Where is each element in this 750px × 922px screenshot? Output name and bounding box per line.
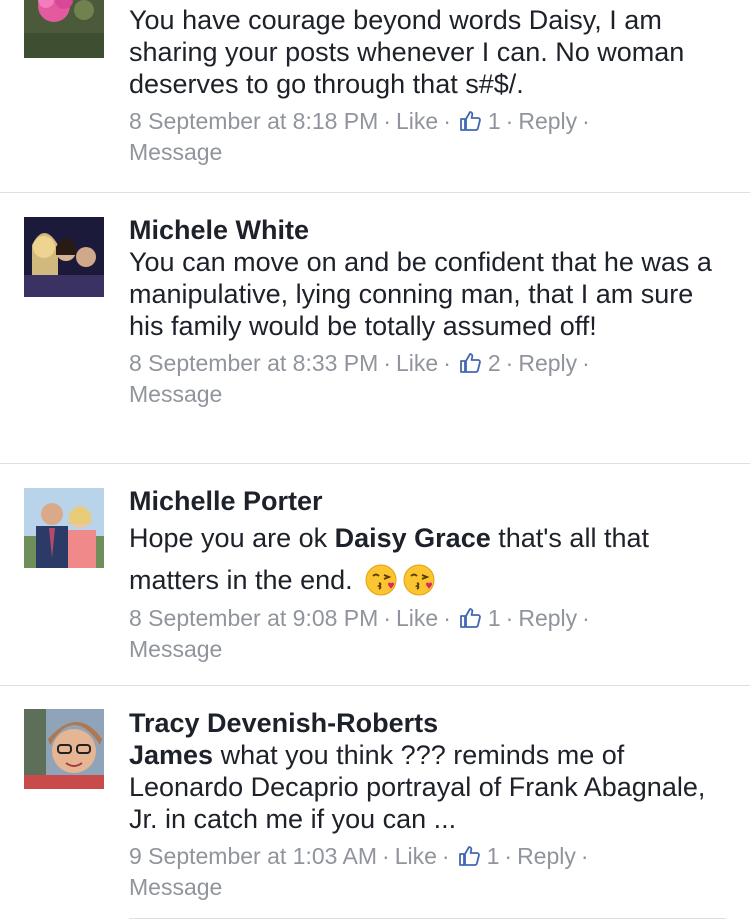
thumbs-up-icon xyxy=(459,608,481,628)
avatar[interactable] xyxy=(24,488,104,568)
comment-author[interactable]: Michele White xyxy=(129,214,730,246)
like-link[interactable]: Like xyxy=(396,108,438,134)
comment-text-part: what you think ??? reminds me of Leonard… xyxy=(129,740,706,834)
message-link[interactable]: Message xyxy=(129,636,222,662)
timestamp[interactable]: 9 September at 1:03 AM xyxy=(129,843,377,869)
divider xyxy=(0,685,750,686)
thumbs-up-icon xyxy=(459,111,481,131)
divider xyxy=(129,918,726,919)
avatar[interactable] xyxy=(24,709,104,789)
like-count: 1 xyxy=(487,605,501,631)
comment-body: You have courage beyond words Daisy, I a… xyxy=(129,4,730,168)
avatar[interactable] xyxy=(24,0,104,58)
comment-author[interactable]: Tracy Devenish-Roberts xyxy=(129,707,730,739)
like-link[interactable]: Like xyxy=(396,350,438,376)
comment-text: Hope you are ok Daisy Grace that's all t… xyxy=(129,517,730,601)
comment-body: Michele White You can move on and be con… xyxy=(129,214,730,410)
timestamp[interactable]: 8 September at 8:33 PM xyxy=(129,350,378,376)
comment-meta: 8 September at 8:18 PM · Like · 1 · Reply · Mess… xyxy=(129,108,590,165)
thumbs-up-icon xyxy=(458,846,480,866)
timestamp[interactable]: 8 September at 8:18 PM xyxy=(129,108,378,134)
comment-meta: 8 September at 8:33 PM · Like · 2 · Reply · Mess… xyxy=(129,350,590,407)
reply-link[interactable]: Reply xyxy=(517,843,576,869)
comment-meta: 9 September at 1:03 AM · Like · 1 · Reply · Mess… xyxy=(129,843,589,900)
comment-text-part: Hope you are ok xyxy=(129,523,335,553)
message-link[interactable]: Message xyxy=(129,139,222,165)
mention-link[interactable]: James xyxy=(129,740,213,770)
reply-link[interactable]: Reply xyxy=(518,605,577,631)
like-link[interactable]: Like xyxy=(396,605,438,631)
avatar[interactable] xyxy=(24,217,104,297)
message-link[interactable]: Message xyxy=(129,381,222,407)
comment-author[interactable]: Michelle Porter xyxy=(129,485,730,517)
comment-body: Michelle Porter Hope you are ok Daisy Gr… xyxy=(129,485,730,665)
mention-link[interactable]: Daisy Grace xyxy=(335,523,491,553)
reply-link[interactable]: Reply xyxy=(518,108,577,134)
comment-body: Tracy Devenish-Roberts James what you th… xyxy=(129,707,730,903)
like-count: 2 xyxy=(487,350,501,376)
like-count: 1 xyxy=(487,108,501,134)
comment-meta: 8 September at 9:08 PM · Like · 1 · Reply · Mess… xyxy=(129,605,590,662)
kissing-heart-emoji xyxy=(403,564,435,596)
comment-text: James what you think ??? reminds me of L… xyxy=(129,739,730,835)
thumbs-up-icon xyxy=(459,353,481,373)
like-link[interactable]: Like xyxy=(395,843,437,869)
kissing-heart-emoji xyxy=(365,564,397,596)
divider xyxy=(0,192,750,193)
divider xyxy=(0,463,750,464)
reply-link[interactable]: Reply xyxy=(518,350,577,376)
comment-text: You can move on and be confident that he… xyxy=(129,247,712,341)
like-count: 1 xyxy=(486,843,500,869)
message-link[interactable]: Message xyxy=(129,874,222,900)
comment-text: You have courage beyond words Daisy, I a… xyxy=(129,5,685,99)
timestamp[interactable]: 8 September at 9:08 PM xyxy=(129,605,378,631)
